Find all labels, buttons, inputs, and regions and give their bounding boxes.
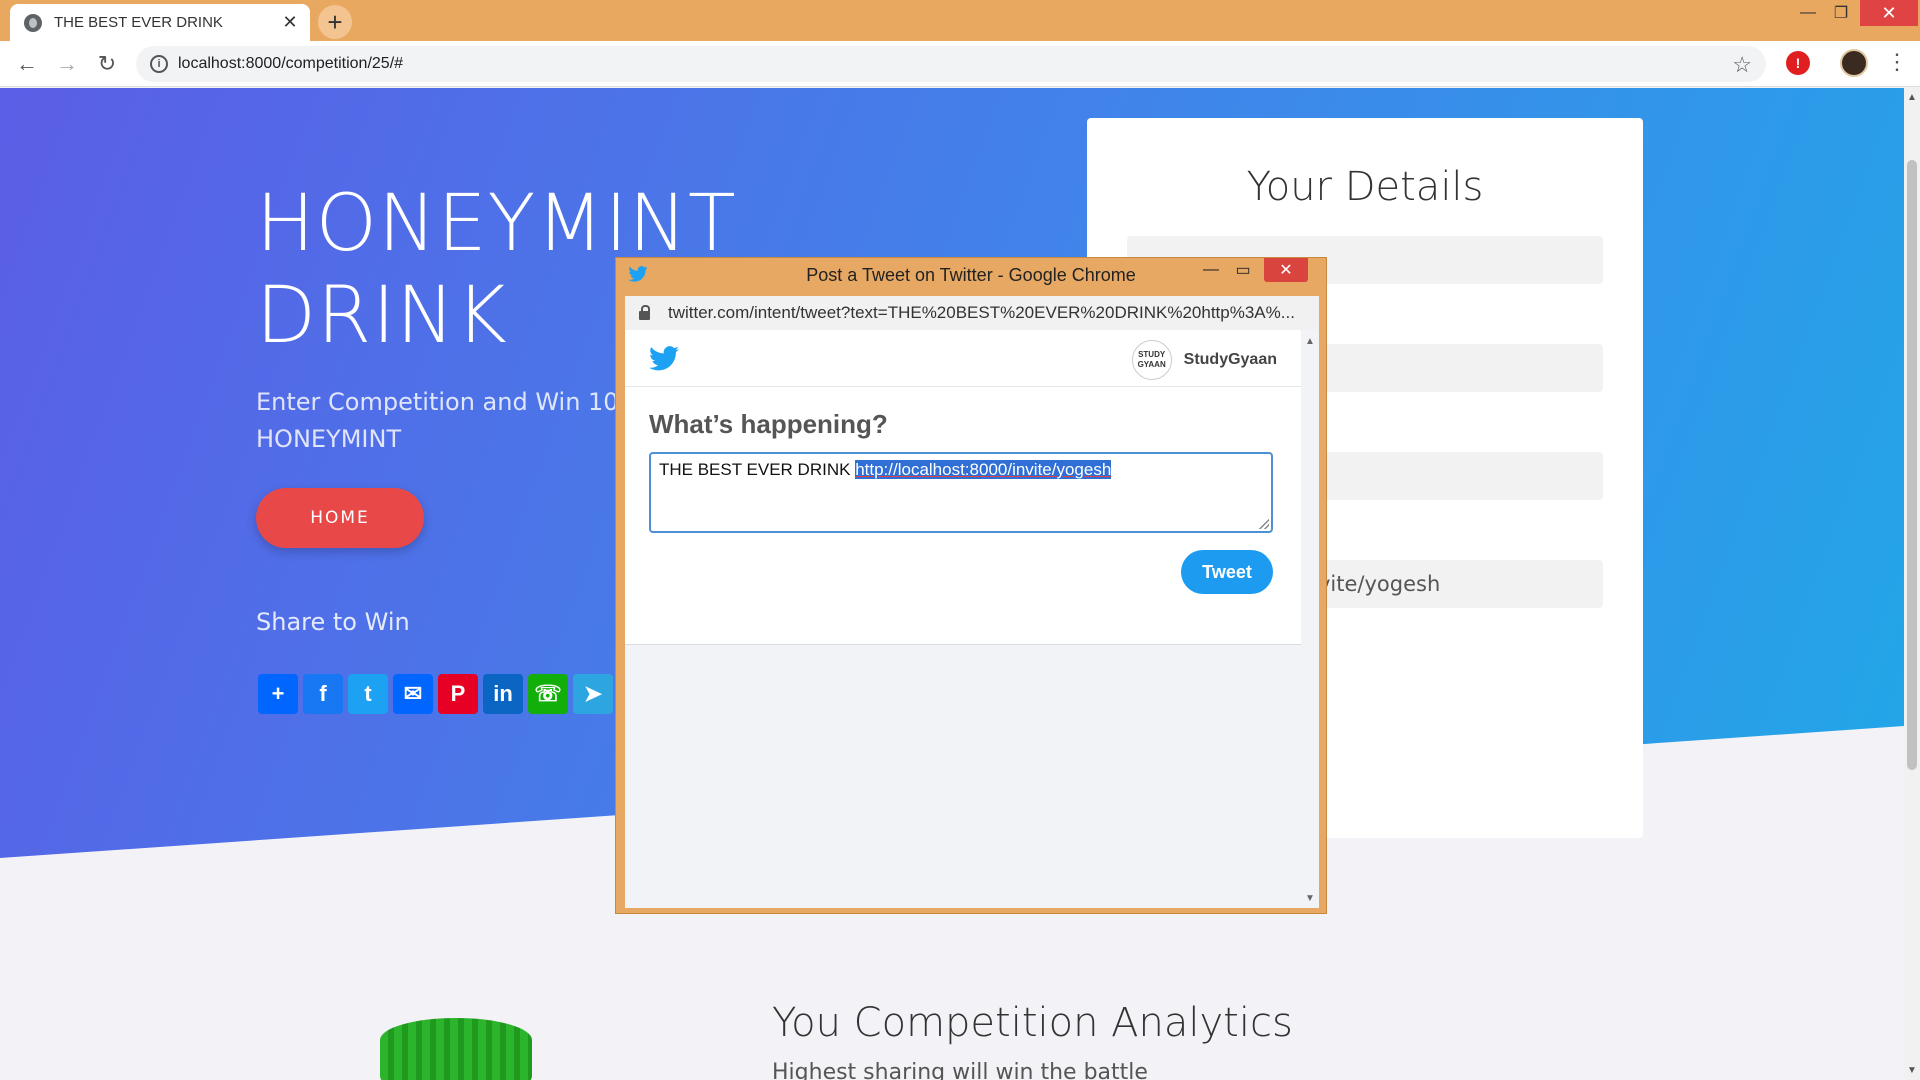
- reload-icon[interactable]: ↻: [92, 49, 122, 79]
- resize-grip-icon[interactable]: [1259, 519, 1269, 529]
- tab-close-icon[interactable]: ✕: [280, 12, 300, 33]
- scroll-up-icon[interactable]: ▲: [1904, 92, 1920, 103]
- page-scrollbar[interactable]: ▲ ▼: [1904, 88, 1920, 1080]
- share-icons: + f t ✉ Pin ☏ ➤: [258, 674, 613, 714]
- popup-minimize-button[interactable]: —: [1196, 258, 1226, 282]
- details-title: Your Details: [1246, 164, 1484, 210]
- browser-toolbar: ← → ↻ i localhost:8000/competition/25/# …: [0, 41, 1920, 87]
- twitter-header: STUDY GYAAN StudyGyaan: [625, 330, 1301, 387]
- tab-title: THE BEST EVER DRINK: [54, 14, 223, 31]
- browser-menu-icon[interactable]: ⋮: [1886, 49, 1908, 75]
- window-maximize-button[interactable]: ❐: [1818, 0, 1864, 26]
- compose-prompt: What’s happening?: [649, 409, 888, 439]
- tweet-button[interactable]: Tweet: [1181, 550, 1273, 594]
- email-share-icon[interactable]: ✉: [393, 674, 433, 714]
- analytics-subtitle: Highest sharing will win the battle: [772, 1060, 1148, 1080]
- pinterest-share-icon[interactable]: P: [438, 674, 478, 714]
- scroll-down-icon[interactable]: ▼: [1904, 1065, 1920, 1076]
- analytics-title: You Competition Analytics: [772, 1000, 1293, 1046]
- telegram-share-icon[interactable]: ➤: [573, 674, 613, 714]
- popup-scroll-down-icon[interactable]: ▼: [1301, 893, 1319, 904]
- facebook-share-icon[interactable]: f: [303, 674, 343, 714]
- info-icon[interactable]: i: [150, 55, 168, 73]
- addtoany-share-icon[interactable]: +: [258, 674, 298, 714]
- popup-address-bar[interactable]: twitter.com/intent/tweet?text=THE%20BEST…: [625, 296, 1319, 330]
- twitter-bird-icon: [628, 266, 648, 282]
- browser-tab[interactable]: THE BEST EVER DRINK ✕: [10, 4, 310, 41]
- scrollbar-thumb[interactable]: [1907, 160, 1917, 770]
- popup-url: twitter.com/intent/tweet?text=THE%20BEST…: [668, 303, 1295, 322]
- tweet-popup-window: Post a Tweet on Twitter - Google Chrome …: [615, 257, 1327, 914]
- hero-subtitle: Enter Competition and Win 10 HONEYMINT: [256, 384, 616, 458]
- bottle-image: [380, 1018, 532, 1080]
- hero-subtitle-line1: Enter Competition and Win 10: [256, 388, 616, 416]
- lock-icon: [639, 304, 650, 320]
- linkedin-share-icon[interactable]: in: [483, 674, 523, 714]
- tweet-text: THE BEST EVER DRINK: [659, 460, 856, 479]
- popup-scrollbar[interactable]: ▲ ▼: [1301, 330, 1319, 908]
- tweet-textarea[interactable]: THE BEST EVER DRINK http://localhost:800…: [649, 452, 1273, 533]
- address-bar[interactable]: i localhost:8000/competition/25/# ☆: [136, 46, 1766, 82]
- home-button[interactable]: HOME: [256, 488, 424, 548]
- popup-body: STUDY GYAAN StudyGyaan What’s happening?…: [625, 330, 1319, 908]
- forward-arrow-icon[interactable]: →: [52, 49, 82, 79]
- extension-icon[interactable]: !: [1786, 51, 1810, 75]
- popup-close-button[interactable]: ✕: [1264, 258, 1308, 282]
- hero-subtitle-line2: HONEYMINT: [256, 425, 402, 453]
- popup-scroll-up-icon[interactable]: ▲: [1301, 336, 1319, 347]
- twitter-share-icon[interactable]: t: [348, 674, 388, 714]
- address-url: localhost:8000/competition/25/#: [178, 55, 404, 72]
- share-heading: Share to Win: [256, 608, 410, 636]
- window-close-button[interactable]: ✕: [1860, 0, 1918, 26]
- new-tab-button[interactable]: +: [318, 5, 352, 39]
- profile-avatar[interactable]: [1840, 49, 1868, 77]
- popup-maximize-button[interactable]: ▭: [1228, 258, 1258, 282]
- whatsapp-share-icon[interactable]: ☏: [528, 674, 568, 714]
- account-name: StudyGyaan: [1183, 351, 1277, 368]
- popup-window-title: Post a Tweet on Twitter - Google Chrome: [806, 264, 1136, 285]
- tweet-compose: What’s happening? THE BEST EVER DRINK ht…: [625, 387, 1301, 645]
- browser-tab-bar: THE BEST EVER DRINK ✕ + — ❐ ✕: [0, 0, 1920, 41]
- bookmark-star-icon[interactable]: ☆: [1732, 52, 1752, 78]
- twitter-account[interactable]: STUDY GYAAN StudyGyaan: [1131, 340, 1277, 380]
- tweet-url-selected: http://localhost:8000/invite/yogesh: [855, 460, 1112, 479]
- twitter-logo-icon[interactable]: [649, 346, 679, 371]
- account-avatar: STUDY GYAAN: [1131, 340, 1172, 380]
- globe-icon: [24, 13, 42, 32]
- back-arrow-icon[interactable]: ←: [12, 49, 42, 79]
